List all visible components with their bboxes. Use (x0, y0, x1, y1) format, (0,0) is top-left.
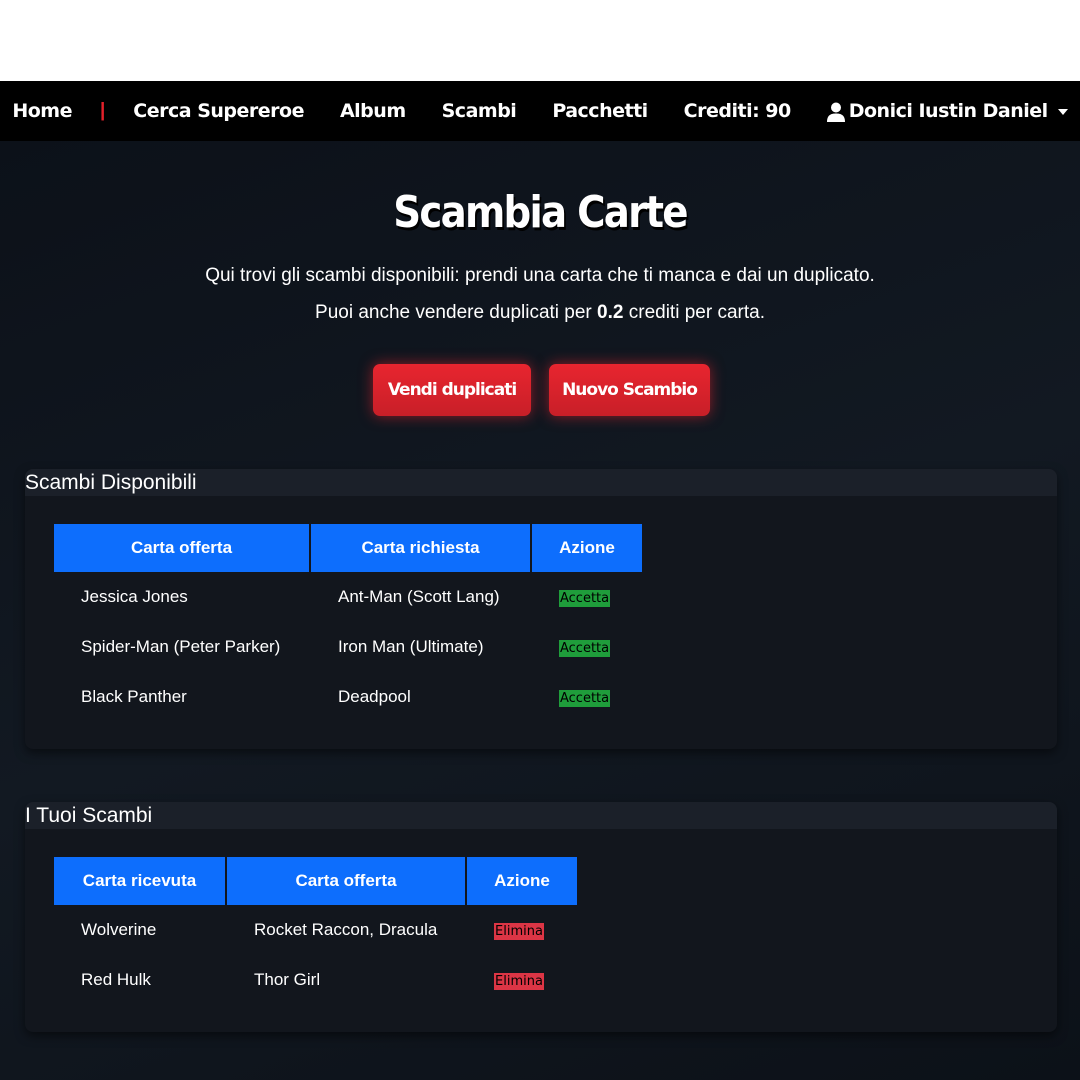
navbar: Home | Cerca Supereroe Album Scambi Pacc… (0, 81, 1080, 141)
received-card: Wolverine (81, 920, 157, 939)
nav-separator: | (99, 100, 106, 121)
page-title: Scambia Carte (393, 187, 688, 238)
column-header: Azione (532, 524, 642, 572)
sell-price: 0.2 (597, 302, 624, 323)
requested-card: Deadpool (338, 687, 411, 706)
accept-button[interactable]: Accetta (559, 590, 611, 607)
nav-search-superhero[interactable]: Cerca Supereroe (133, 100, 304, 122)
table-row: Red Hulk Thor Girl Elimina (54, 955, 577, 1005)
intro-line-2-prefix: Puoi anche vendere duplicati per (315, 302, 598, 323)
nav-home[interactable]: Home (12, 100, 72, 122)
intro-line-2: Puoi anche vendere duplicati per 0.2 cre… (0, 302, 1080, 324)
requested-card: Ant-Man (Scott Lang) (338, 587, 500, 606)
nav-credits: Crediti: 90 (683, 100, 792, 122)
offered-card: Black Panther (81, 687, 187, 706)
table-header-row: Carta ricevuta Carta offerta Azione (54, 857, 577, 905)
offered-card: Rocket Raccon, Dracula (254, 920, 438, 939)
column-header: Carta offerta (227, 857, 465, 905)
column-header: Carta ricevuta (54, 857, 225, 905)
available-trades-title: Scambi Disponibili (25, 469, 1057, 496)
table-row: Black Panther Deadpool Accetta (54, 672, 642, 722)
received-card: Red Hulk (81, 970, 151, 989)
delete-button[interactable]: Elimina (494, 923, 544, 940)
intro-line-1: Qui trovi gli scambi disponibili: prendi… (205, 265, 875, 286)
caret-down-icon (1057, 108, 1068, 115)
my-trades-title: I Tuoi Scambi (25, 802, 1057, 829)
column-header: Azione (467, 857, 577, 905)
accept-button[interactable]: Accetta (559, 690, 611, 707)
intro-line-2-suffix: crediti per carta. (623, 302, 765, 323)
user-name: Donici Iustin Daniel (848, 100, 1048, 122)
main-content: Scambia Carte Qui trovi gli scambi dispo… (0, 141, 1080, 1080)
nav-album[interactable]: Album (340, 100, 406, 122)
offered-card: Thor Girl (254, 970, 321, 989)
available-trades-table: Carta offerta Carta richiesta Azione Jes… (52, 524, 644, 722)
offered-card: Spider-Man (Peter Parker) (81, 637, 281, 656)
accept-button[interactable]: Accetta (559, 640, 611, 657)
column-header: Carta richiesta (311, 524, 530, 572)
user-menu-dropdown[interactable]: Donici Iustin Daniel (826, 100, 1068, 122)
delete-button[interactable]: Elimina (494, 973, 544, 990)
nav-trades[interactable]: Scambi (442, 100, 517, 122)
my-trades-panel: I Tuoi Scambi Carta ricevuta Carta offer… (25, 802, 1057, 1032)
column-header: Carta offerta (54, 524, 309, 572)
table-row: Spider-Man (Peter Parker) Iron Man (Ulti… (54, 622, 642, 672)
nav-packs[interactable]: Pacchetti (552, 100, 648, 122)
table-row: Wolverine Rocket Raccon, Dracula Elimina (54, 905, 577, 955)
my-trades-table: Carta ricevuta Carta offerta Azione Wolv… (52, 857, 579, 1005)
table-row: Jessica Jones Ant-Man (Scott Lang) Accet… (54, 572, 642, 622)
sell-duplicates-button[interactable]: Vendi duplicati (373, 364, 531, 416)
offered-card: Jessica Jones (81, 587, 188, 606)
available-trades-panel: Scambi Disponibili Carta offerta Carta r… (25, 469, 1057, 749)
requested-card: Iron Man (Ultimate) (338, 637, 484, 656)
table-header-row: Carta offerta Carta richiesta Azione (54, 524, 642, 572)
user-icon (826, 102, 845, 122)
new-trade-button[interactable]: Nuovo Scambio (549, 364, 710, 416)
